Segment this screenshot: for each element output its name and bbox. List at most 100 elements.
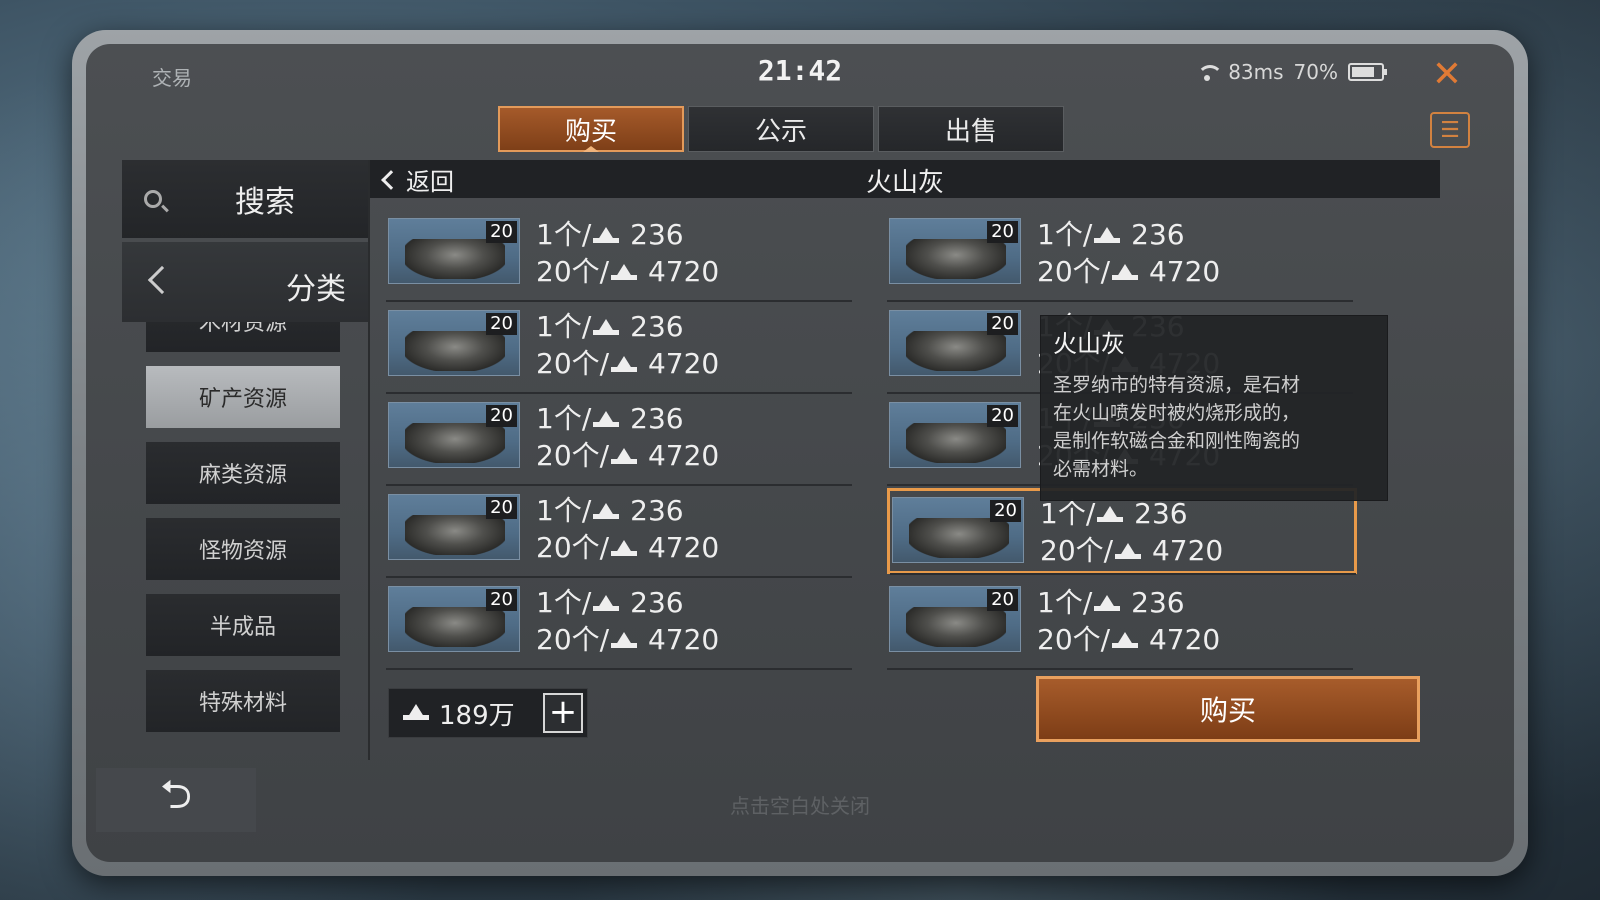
unit-price: 236 [1134,497,1188,530]
volcanic-ash-icon [906,607,1006,647]
unit-price: 236 [630,586,684,619]
tooltip-title: 火山灰 [1053,330,1125,358]
unit-label: 1个/ [536,586,592,619]
bulk-price: 4720 [1151,534,1224,567]
unit-price-row: 1个/ 236 [536,492,719,529]
add-funds-button[interactable]: + [543,693,583,733]
listing-item[interactable]: 20 1个/ 23620个/ 4720 [386,488,856,578]
price-block: 1个/ 23620个/ 4720 [536,216,719,290]
sidebar-item-special[interactable]: 特殊材料 [146,670,340,732]
sidebar-item-semi-finished[interactable]: 半成品 [146,594,340,656]
battery-icon [1348,63,1387,81]
close-icon[interactable]: ✕ [1432,54,1462,95]
bulk-label: 20个/ [536,255,610,288]
unit-price-row: 1个/ 236 [536,584,719,621]
listing-item[interactable]: 201个/ 23620个/ 4720 [386,580,856,670]
price-block: 1个/ 23620个/ 4720 [536,400,719,474]
price-block: 1个/ 23620个/ 4720 [1037,216,1220,290]
unit-price: 236 [1131,218,1185,251]
buy-button[interactable]: 购买 [1036,676,1420,742]
bulk-price: 4720 [647,531,720,564]
bulk-label: 20个/ [536,531,610,564]
chevron-left-icon [147,265,177,295]
currency-icon [1112,632,1139,650]
currency-icon [611,632,638,650]
bulk-price-row: 20个/ 4720 [1040,532,1223,569]
item-tooltip: 火山灰 圣罗纳市的特有资源，是石材 在火山喷发时被灼烧形成的， 是制作软磁合金和… [1040,315,1388,501]
listing-item[interactable]: 201个/ 23620个/ 4720 [386,396,856,486]
category-label: 分类 [286,272,346,307]
category-button[interactable]: 分类 [122,242,368,322]
unit-price: 236 [630,218,684,251]
tab-sell[interactable]: 出售 [878,106,1064,152]
sidebar-item-fiber[interactable]: 麻类资源 [146,442,340,504]
unit-price-row: 1个/ 236 [536,308,719,345]
quantity-badge: 20 [987,313,1018,335]
volcanic-ash-icon [909,518,1009,558]
listing-item[interactable]: 201个/ 23620个/ 4720 [386,304,856,394]
volcanic-ash-icon [906,331,1006,371]
tooltip-line: 圣罗纳市的特有资源，是石材 [1053,374,1301,396]
unit-price: 236 [1131,586,1185,619]
item-title: 火山灰 [865,168,944,198]
quantity-badge: 20 [987,221,1018,243]
search-button[interactable]: 搜索 [122,160,368,238]
tooltip-line: 在火山喷发时被灼烧形成的， [1053,402,1301,424]
tooltip-line: 必需材料。 [1053,458,1149,480]
bulk-price-row: 20个/ 4720 [1037,621,1220,658]
currency-icon [593,227,620,245]
item-thumbnail: 20 [892,497,1024,563]
unit-price-row: 1个/ 236 [1037,584,1220,621]
battery-text: 70% [1293,60,1338,84]
bulk-price: 4720 [647,255,720,288]
bulk-label: 20个/ [1037,255,1111,288]
bulk-price-row: 20个/ 4720 [536,345,719,382]
sidebar-item-wood[interactable]: 木材资源 [146,322,340,352]
unit-label: 1个/ [536,494,592,527]
bulk-label: 20个/ [536,347,610,380]
tab-announce[interactable]: 公示 [688,106,874,152]
bulk-price-row: 20个/ 4720 [536,437,719,474]
funds-value: 189万 [439,700,515,731]
sidebar-item-mineral[interactable]: 矿产资源 [146,366,340,428]
currency-icon [611,264,638,282]
currency-icon [1112,264,1139,282]
item-thumbnail: 20 [889,218,1021,284]
quantity-badge: 20 [990,500,1021,522]
unit-price-row: 1个/ 236 [536,216,719,253]
item-thumbnail: 20 [889,586,1021,652]
quantity-badge: 20 [486,497,517,519]
category-list: 木材资源 矿产资源 麻类资源 怪物资源 半成品 特殊材料 [146,322,342,772]
price-block: 1个/ 23620个/ 4720 [536,308,719,382]
item-thumbnail: 20 [889,402,1021,468]
tooltip-description: 圣罗纳市的特有资源，是石材 在火山喷发时被灼烧形成的， 是制作软磁合金和刚性陶瓷… [1053,371,1375,483]
tab-buy[interactable]: 购买 [498,106,684,152]
quantity-badge: 20 [987,405,1018,427]
trade-window: 交易 21:42 83ms 70% ✕ 购买 公示 出售 ☰ 搜索 分类 木材资… [86,44,1514,862]
wifi-icon [1196,63,1224,81]
tab-bar: 购买 公示 出售 [498,106,1064,152]
content-header: 返回 火山灰 [370,160,1440,198]
listing-item[interactable]: 20 1个/ 23620个/ 4720 [386,212,856,302]
price-block: 1个/ 23620个/ 4720 [1037,584,1220,658]
item-thumbnail: 20 [889,310,1021,376]
ping-text: 83ms [1228,60,1284,84]
listing-item[interactable]: 201个/ 23620个/ 4720 [887,212,1357,302]
bulk-label: 20个/ [1037,623,1111,656]
bulk-price-row: 20个/ 4720 [1037,253,1220,290]
clipboard-icon[interactable]: ☰ [1430,112,1470,148]
unit-price-row: 1个/ 236 [536,400,719,437]
sidebar-item-monster[interactable]: 怪物资源 [146,518,340,580]
item-thumbnail: 20 [388,402,520,468]
item-thumbnail: 20 [388,494,520,560]
quantity-badge: 20 [987,589,1018,611]
currency-icon [403,704,429,722]
quantity-badge: 20 [486,221,517,243]
currency-icon [611,448,638,466]
listing-item[interactable]: 20 1个/ 23620个/ 4720 [887,580,1357,670]
price-block: 1个/ 23620个/ 4720 [1040,495,1223,569]
volcanic-ash-icon [405,239,505,279]
bulk-price: 4720 [647,439,720,472]
bulk-price: 4720 [1148,623,1221,656]
volcanic-ash-icon [906,239,1006,279]
